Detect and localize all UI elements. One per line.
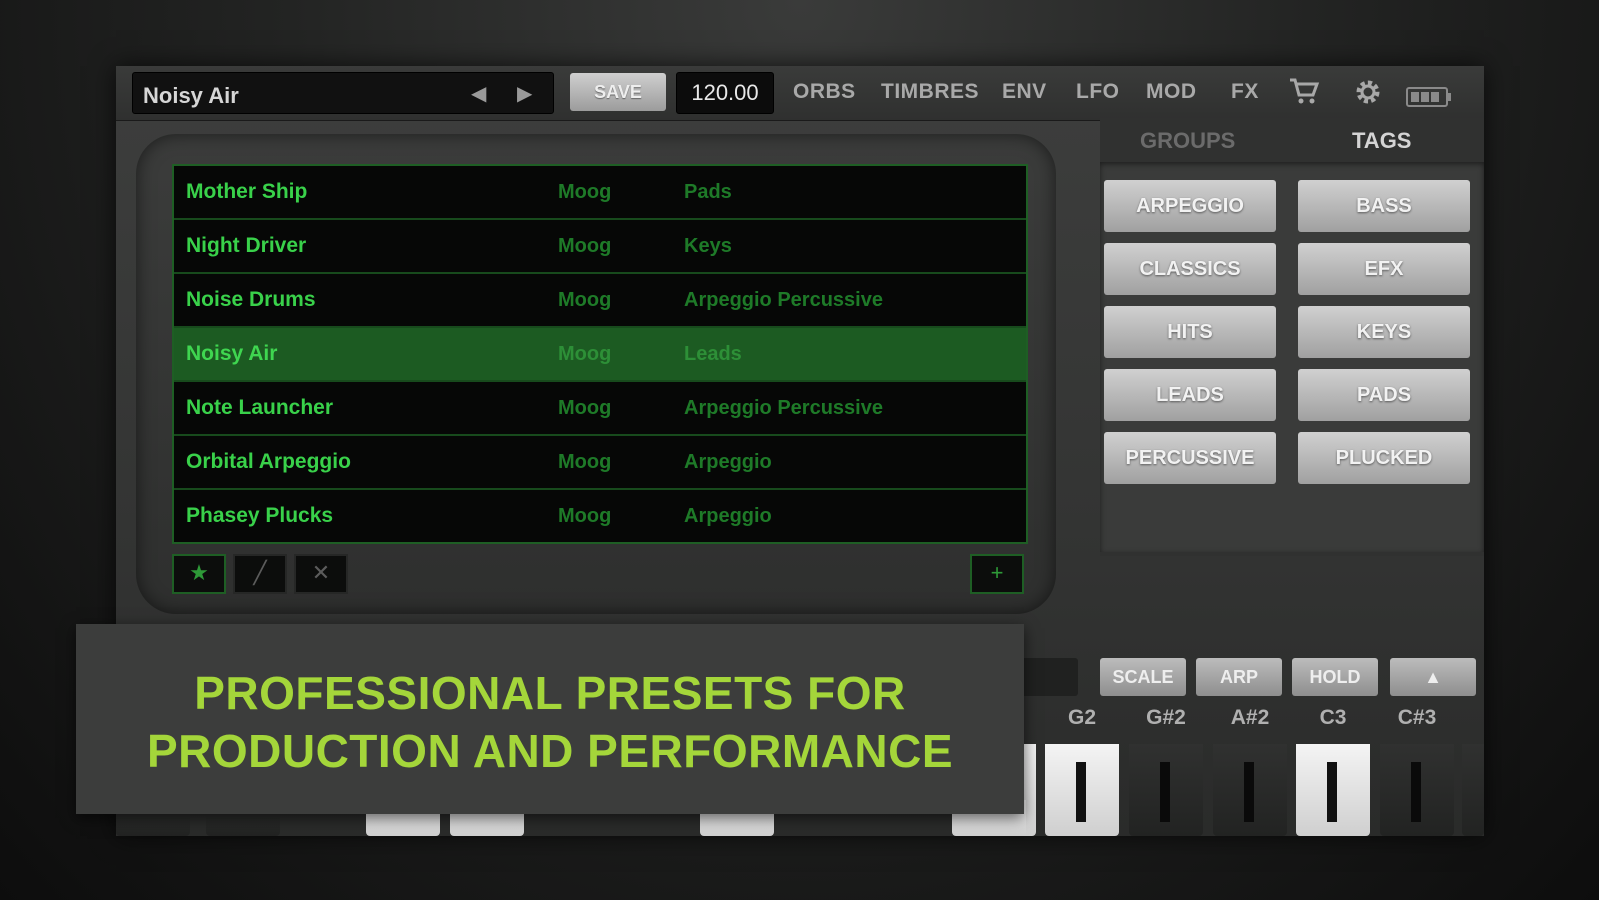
delete-button[interactable]: ✕ — [294, 554, 348, 594]
preset-row-maker: Moog — [558, 289, 612, 311]
tab-groups[interactable]: GROUPS — [1140, 128, 1235, 154]
promo-caption: PROFESSIONAL PRESETS FOR PRODUCTION AND … — [76, 624, 1024, 814]
save-button[interactable]: SAVE — [570, 73, 666, 111]
battery-icon — [1406, 82, 1452, 116]
key-gsharp2[interactable] — [1129, 744, 1203, 836]
preset-row-name: Orbital Arpeggio — [186, 450, 351, 473]
preset-list[interactable]: Mother Ship Moog Pads Night Driver Moog … — [172, 164, 1028, 544]
preset-row[interactable]: Night Driver Moog Keys — [174, 220, 1026, 274]
tab-env[interactable]: ENV — [1002, 80, 1047, 104]
key-marker — [1076, 762, 1086, 822]
preset-row-name: Noise Drums — [186, 288, 316, 311]
tag-percussive-button[interactable]: PERCUSSIVE — [1104, 432, 1276, 484]
preset-row[interactable]: Noise Drums Moog Arpeggio Percussive — [174, 274, 1026, 328]
preset-row-name: Phasey Plucks — [186, 504, 334, 527]
tab-mod[interactable]: MOD — [1146, 80, 1197, 104]
preset-row-category: Pads — [684, 181, 732, 203]
tag-plucked-button[interactable]: PLUCKED — [1298, 432, 1470, 484]
cart-icon[interactable] — [1288, 76, 1320, 114]
octave-up-button[interactable]: ▲ — [1390, 658, 1476, 696]
tag-hits-button[interactable]: HITS — [1104, 306, 1276, 358]
close-icon: ✕ — [311, 560, 331, 585]
preset-row-category: Arpeggio Percussive — [684, 289, 883, 311]
preset-row-name: Night Driver — [186, 234, 307, 257]
key-label-g2: G2 — [1067, 706, 1096, 729]
preset-row-maker: Moog — [558, 181, 612, 203]
gear-icon[interactable] — [1352, 76, 1384, 116]
preset-row-name: Noisy Air — [186, 342, 278, 365]
top-toolbar: Noisy Air ◀ ▶ SAVE 120.00 ORBS TIMBRES E… — [116, 66, 1484, 121]
preset-row[interactable]: Orbital Arpeggio Moog Arpeggio — [174, 436, 1026, 490]
tag-arpeggio-button[interactable]: ARPEGGIO — [1104, 180, 1276, 232]
preset-row[interactable]: Phasey Plucks Moog Arpeggio — [174, 490, 1026, 542]
preset-row[interactable]: Mother Ship Moog Pads — [174, 166, 1026, 220]
key-marker — [1160, 762, 1170, 822]
preset-name-field[interactable]: Noisy Air ◀ ▶ — [132, 72, 554, 114]
preset-row-category: Leads — [684, 343, 742, 365]
preset-row-category: Arpeggio — [684, 505, 772, 527]
arp-button[interactable]: ARP — [1196, 658, 1282, 696]
scale-button[interactable]: SCALE — [1100, 658, 1186, 696]
tags-panel: GROUPS TAGS ARPEGGIO BASS CLASSICS EFX H… — [1100, 118, 1484, 556]
preset-name: Noisy Air — [143, 83, 239, 108]
key-d3-partial[interactable] — [1462, 744, 1484, 836]
key-label-c3: C3 — [1319, 706, 1347, 729]
key-c3[interactable] — [1296, 744, 1370, 836]
key-marker — [1327, 762, 1337, 822]
caption-line-1: PROFESSIONAL PRESETS FOR — [194, 667, 906, 719]
tab-fx[interactable]: FX — [1231, 80, 1259, 104]
tag-bass-button[interactable]: BASS — [1298, 180, 1470, 232]
tag-button-grid: ARPEGGIO BASS CLASSICS EFX HITS KEYS LEA… — [1100, 162, 1484, 552]
preset-row-category: Arpeggio Percussive — [684, 397, 883, 419]
tag-efx-button[interactable]: EFX — [1298, 243, 1470, 295]
preset-browser-panel: Mother Ship Moog Pads Night Driver Moog … — [136, 134, 1056, 614]
keyboard-display — [1016, 658, 1078, 696]
caption-line-2: PRODUCTION AND PERFORMANCE — [146, 725, 954, 777]
preset-row[interactable]: Note Launcher Moog Arpeggio Percussive — [174, 382, 1026, 436]
tag-classics-button[interactable]: CLASSICS — [1104, 243, 1276, 295]
tag-leads-button[interactable]: LEADS — [1104, 369, 1276, 421]
key-csharp3[interactable] — [1380, 744, 1454, 836]
key-label-asharp2: A#2 — [1230, 706, 1270, 729]
preset-row-selected[interactable]: Noisy Air Moog Leads — [174, 328, 1026, 382]
preset-row-maker: Moog — [558, 451, 612, 473]
add-preset-button[interactable]: + — [970, 554, 1024, 594]
preset-row-name: Note Launcher — [186, 396, 334, 419]
tag-pads-button[interactable]: PADS — [1298, 369, 1470, 421]
tab-timbres[interactable]: TIMBRES — [881, 80, 979, 104]
preset-row-maker: Moog — [558, 505, 612, 527]
preset-row-maker: Moog — [558, 397, 612, 419]
key-label-gsharp2: G#2 — [1146, 706, 1186, 729]
next-preset-icon[interactable]: ▶ — [517, 81, 532, 106]
preset-row-category: Keys — [684, 235, 732, 257]
key-g2[interactable] — [1045, 744, 1119, 836]
pencil-icon: ╱ — [253, 560, 267, 585]
rename-button[interactable]: ╱ — [233, 554, 287, 594]
key-asharp2[interactable] — [1213, 744, 1287, 836]
key-marker — [1244, 762, 1254, 822]
preset-row-maker: Moog — [558, 343, 612, 365]
plus-icon: + — [990, 560, 1004, 585]
preset-row-maker: Moog — [558, 235, 612, 257]
tag-keys-button[interactable]: KEYS — [1298, 306, 1470, 358]
preset-row-category: Arpeggio — [684, 451, 772, 473]
tempo-field[interactable]: 120.00 — [676, 72, 774, 114]
tab-orbs[interactable]: ORBS — [793, 80, 856, 104]
tab-lfo[interactable]: LFO — [1076, 80, 1120, 104]
preset-row-name: Mother Ship — [186, 180, 308, 203]
hold-button[interactable]: HOLD — [1292, 658, 1378, 696]
key-marker — [1411, 762, 1421, 822]
previous-preset-icon[interactable]: ◀ — [471, 81, 486, 106]
tab-tags[interactable]: TAGS — [1352, 128, 1411, 154]
key-label-csharp3: C#3 — [1397, 706, 1437, 729]
favorite-button[interactable]: ★ — [172, 554, 226, 594]
star-icon: ★ — [189, 560, 209, 585]
